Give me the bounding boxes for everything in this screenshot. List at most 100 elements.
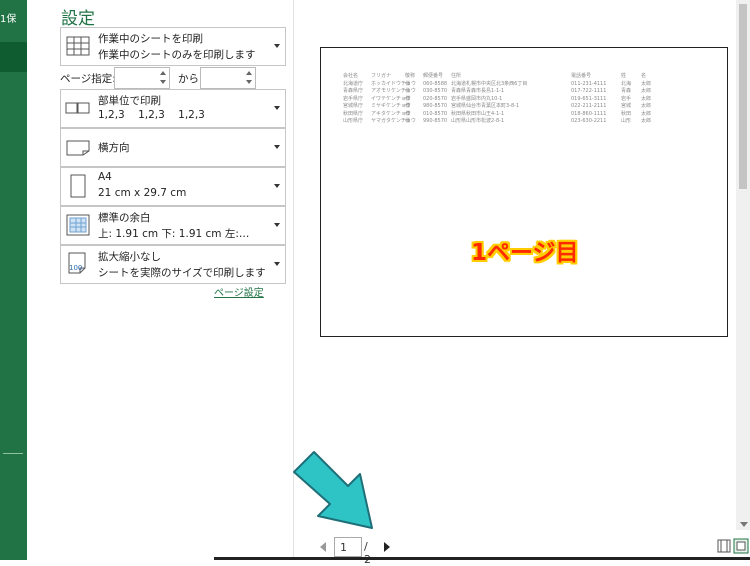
- preview-cell: 018-860-1111: [571, 110, 607, 117]
- preview-cell: 青森: [621, 88, 632, 94]
- margins-dropdown[interactable]: 標準の余白 上: 1.91 cm 下: 1.91 cm 左:…: [60, 206, 286, 245]
- chevron-down-icon: [274, 223, 280, 227]
- page-setup-link[interactable]: ページ設定: [214, 284, 264, 299]
- margins-icon: [66, 214, 90, 236]
- preview-cell: 様: [405, 88, 411, 94]
- spin-down-icon[interactable]: [246, 80, 252, 84]
- scaling-title: 拡大縮小なし: [98, 251, 161, 263]
- orientation-label: 横方向: [98, 142, 130, 154]
- preview-cell: 北海: [621, 80, 632, 87]
- paper-size-desc: 21 cm x 29.7 cm: [98, 187, 187, 199]
- preview-cell: 様: [405, 118, 411, 124]
- scaling-desc: シートを実際のサイズで印刷します: [98, 267, 266, 279]
- page-annotation: 1ページ目: [471, 240, 579, 266]
- chevron-down-icon: [274, 44, 280, 48]
- preview-cell: 岩手県庁: [343, 95, 364, 102]
- preview-cell: 宮城県庁: [343, 103, 364, 109]
- pages-range: ページ指定: から: [60, 67, 290, 89]
- spin-down-icon[interactable]: [160, 80, 166, 84]
- preview-cell: 太郎: [641, 80, 652, 87]
- preview-cell: 太郎: [641, 88, 652, 94]
- preview-cell: 太郎: [641, 95, 652, 102]
- pages-to-spinner[interactable]: [200, 67, 256, 89]
- page-number-value: 1: [340, 541, 347, 554]
- preview-cell: 岩手: [621, 95, 632, 102]
- pages-label: ページ指定:: [60, 73, 116, 85]
- preview-cell: 060-8588: [423, 80, 448, 87]
- preview-cell: 宮城: [621, 103, 632, 109]
- backstage-nav: 1保: [0, 0, 27, 560]
- collate-desc: 1,2,3 1,2,3 1,2,3: [98, 109, 205, 121]
- preview-cell: 山形: [621, 118, 632, 124]
- vertical-scrollbar[interactable]: [736, 0, 750, 530]
- print-what-desc: 作業中のシートのみを印刷します: [98, 49, 256, 61]
- nav-item-fragment[interactable]: 1保: [0, 10, 16, 25]
- chevron-down-icon: [274, 106, 280, 110]
- preview-cell: 011-231-4111: [571, 80, 607, 87]
- preview-cell: 秋田県秋田市山王4-1-1: [451, 110, 505, 117]
- preview-cell: 様: [405, 80, 411, 87]
- preview-cell: 秋田県庁: [343, 110, 364, 117]
- preview-cell: 名: [641, 73, 647, 79]
- preview-cell: 022-211-2111: [571, 103, 607, 109]
- sheet-icon: [66, 36, 90, 56]
- preview-cell: 秋田: [621, 110, 632, 117]
- spin-up-icon[interactable]: [160, 71, 166, 75]
- preview-cell: 会社名: [343, 73, 359, 79]
- preview-cell: 北海道庁: [343, 80, 364, 87]
- chevron-down-icon: [274, 184, 280, 188]
- preview-cell: 太郎: [641, 103, 652, 109]
- preview-cell: 青森県青森市長島1-1-1: [451, 88, 505, 94]
- collate-dropdown[interactable]: 部単位で印刷 1,2,3 1,2,3 1,2,3: [60, 89, 286, 128]
- spin-up-icon[interactable]: [246, 71, 252, 75]
- pages-to-label: から: [178, 73, 199, 85]
- preview-cell: 山形県山形市松波2-8-1: [451, 118, 505, 124]
- margins-title: 標準の余白: [98, 212, 151, 224]
- preview-cell: 030-8570: [423, 88, 448, 94]
- orientation-dropdown[interactable]: 横方向: [60, 128, 286, 167]
- preview-cell: 990-8570: [423, 118, 448, 124]
- paper-size-dropdown[interactable]: A4 21 cm x 29.7 cm: [60, 167, 286, 206]
- settings-title: 設定: [61, 9, 95, 29]
- preview-cell: 019-651-3111: [571, 95, 607, 102]
- scrollbar-thumb[interactable]: [739, 4, 747, 189]
- preview-cell: 980-8570: [423, 103, 448, 109]
- nav-divider: [3, 453, 23, 454]
- print-what-title: 作業中のシートを印刷: [98, 33, 203, 45]
- preview-cell: 023-630-2211: [571, 118, 607, 124]
- preview-cell: 宮城県仙台市青葉区本町3-8-1: [451, 103, 520, 109]
- preview-cell: 010-8570: [423, 110, 448, 117]
- preview-cell: 様: [405, 95, 411, 102]
- preview-cell: 岩手県盛岡市内丸10-1: [451, 95, 503, 102]
- print-what-dropdown[interactable]: 作業中のシートを印刷 作業中のシートのみを印刷します: [60, 27, 286, 66]
- paper-size-title: A4: [98, 171, 112, 183]
- preview-cell: 郵便番号: [423, 73, 444, 79]
- page-total: / 2: [364, 540, 371, 566]
- preview-cell: フリガナ: [371, 73, 392, 79]
- collate-icon: [65, 102, 90, 114]
- scroll-down-icon[interactable]: [740, 522, 748, 527]
- show-margins-icon[interactable]: [716, 538, 732, 554]
- preview-cell: 姓: [621, 73, 627, 79]
- prev-page-icon[interactable]: [320, 542, 326, 552]
- preview-cell: 敬称: [405, 73, 416, 79]
- nav-item-print-selected[interactable]: [0, 42, 27, 72]
- preview-cell: 北海道札幌市中央区北3条西6丁目: [451, 80, 528, 87]
- margins-desc: 上: 1.91 cm 下: 1.91 cm 左:…: [98, 228, 250, 240]
- preview-cell: 様: [405, 103, 411, 109]
- preview-cell: 太郎: [641, 118, 652, 124]
- pages-from-spinner[interactable]: [114, 67, 170, 89]
- chevron-down-icon: [274, 262, 280, 266]
- preview-cell: 017-722-1111: [571, 88, 607, 94]
- preview-cell: 様: [405, 110, 411, 117]
- scaling-icon-text: 100: [69, 264, 83, 272]
- zoom-to-page-icon[interactable]: [733, 538, 749, 554]
- preview-cell: 電話番号: [571, 73, 592, 79]
- preview-cell: 山形県庁: [343, 118, 364, 124]
- next-page-icon[interactable]: [384, 542, 390, 552]
- preview-cell: 020-8570: [423, 95, 448, 102]
- scaling-dropdown[interactable]: 100 拡大縮小なし シートを実際のサイズで印刷します: [60, 245, 286, 284]
- preview-cell: 住所: [451, 73, 462, 79]
- page-number-input[interactable]: 1: [334, 537, 362, 557]
- page-icon: [70, 174, 86, 198]
